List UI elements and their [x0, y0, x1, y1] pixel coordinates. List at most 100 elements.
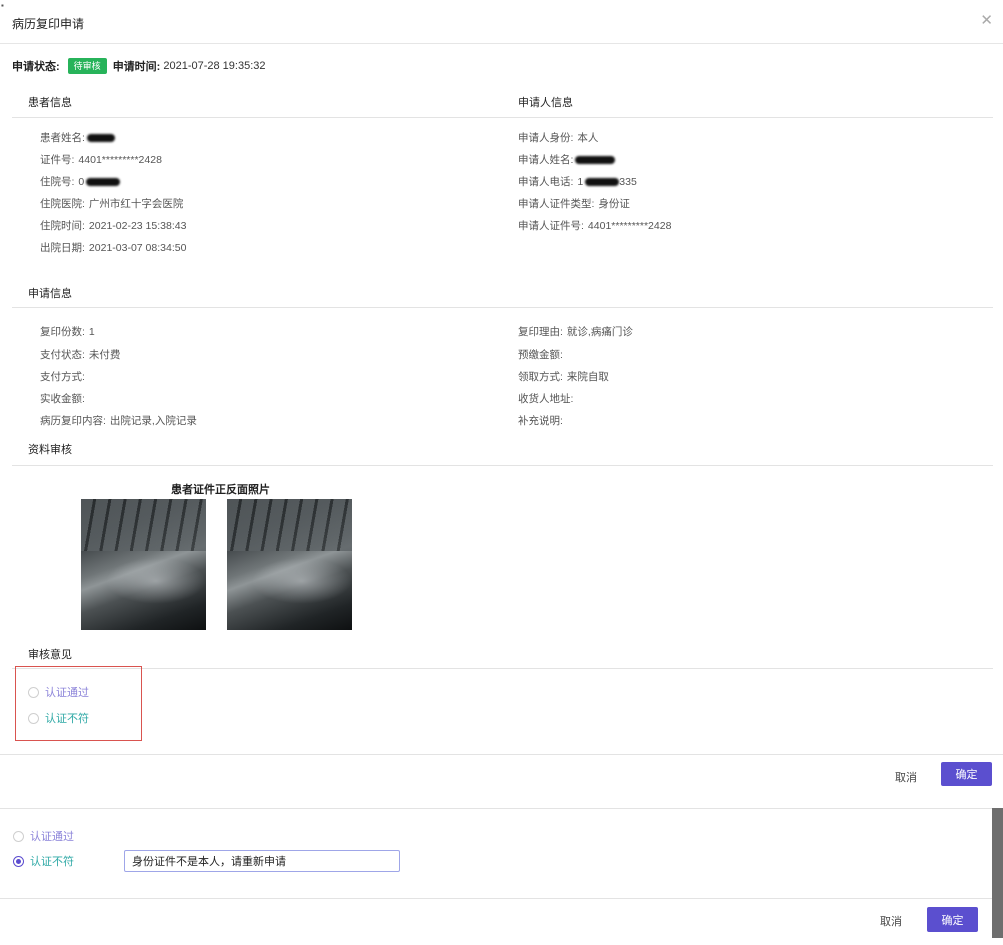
redacted-mark	[585, 178, 620, 187]
field-label: 申请人电话:	[518, 176, 574, 188]
section-divider	[12, 307, 993, 308]
field-label: 申请人证件类型:	[518, 198, 595, 210]
reason-input[interactable]: 身份证件不是本人，请重新申请	[124, 850, 400, 872]
status-label: 申请状态:	[12, 61, 60, 73]
cancel-button-expanded[interactable]: 取消	[880, 913, 902, 929]
applicant-identity-field: 申请人身份: 本人	[518, 130, 598, 145]
patient-name-field: 患者姓名:	[40, 130, 115, 145]
field-value: 本人	[577, 132, 599, 144]
field-label: 支付方式:	[40, 371, 85, 383]
patient-section-title: 患者信息	[28, 97, 72, 109]
copy-content-field: 病历复印内容: 出院记录,入院记录	[40, 413, 197, 428]
field-label: 复印理由:	[518, 326, 563, 338]
field-value: 4401*********2428	[78, 154, 162, 166]
field-value: 就诊,病痛门诊	[566, 326, 633, 338]
applicant-id-field: 申请人证件号: 4401*********2428	[518, 218, 671, 233]
cancel-button[interactable]: 取消	[895, 769, 917, 785]
admission-no-field: 住院号: 0	[40, 174, 121, 189]
patient-id-field: 证件号: 4401*********2428	[40, 152, 162, 167]
field-label: 出院日期:	[40, 242, 85, 254]
field-label: 申请人身份:	[518, 132, 574, 144]
copy-count-field: 复印份数: 1	[40, 324, 95, 339]
radio-pass-expanded[interactable]: 认证通过	[13, 828, 74, 844]
field-label: 预缴金额:	[518, 349, 563, 361]
copy-reason-field: 复印理由: 就诊,病痛门诊	[518, 324, 633, 339]
field-value: 身份证	[598, 198, 630, 210]
field-value: 4401*********2428	[587, 220, 672, 232]
applicant-id-type-field: 申请人证件类型: 身份证	[518, 196, 630, 211]
id-photo-back[interactable]	[227, 499, 352, 630]
pickup-method-field: 领取方式: 来院自取	[518, 369, 609, 384]
section-divider	[12, 668, 993, 669]
section-divider	[12, 465, 993, 466]
field-label: 住院时间:	[40, 220, 85, 232]
close-icon[interactable]: ✕	[980, 13, 993, 28]
application-section-title: 申请信息	[28, 288, 72, 300]
review-section-title: 审核意见	[28, 649, 72, 661]
discharge-date-field: 出院日期: 2021-03-07 08:34:50	[40, 240, 186, 255]
confirm-button-expanded[interactable]: 确定	[927, 907, 978, 932]
radio-label: 认证不符	[30, 856, 74, 868]
field-label: 收货人地址:	[518, 393, 574, 405]
materials-section-title: 资料审核	[28, 444, 72, 456]
confirm-button[interactable]: 确定	[941, 762, 992, 786]
field-label: 病历复印内容:	[40, 415, 106, 427]
field-label: 支付状态:	[40, 349, 85, 361]
field-label: 住院号:	[40, 176, 75, 188]
reason-input-value: 身份证件不是本人，请重新申请	[132, 856, 286, 868]
radio-fail-expanded[interactable]: 认证不符	[13, 853, 74, 869]
field-value: 出院记录,入院记录	[109, 415, 197, 427]
field-label: 患者姓名:	[40, 132, 85, 144]
footer-divider	[0, 898, 992, 899]
recipient-address-field: 收货人地址:	[518, 391, 577, 406]
dialog-title: 病历复印申请	[12, 17, 85, 31]
radio-circle[interactable]	[13, 830, 24, 842]
field-label: 实收金额:	[40, 393, 85, 405]
redacted-mark	[86, 134, 115, 143]
field-value: 2021-02-23 15:38:43	[88, 220, 187, 232]
photos-title: 患者证件正反面照片	[171, 484, 270, 496]
apply-time-value: 2021-07-28 19:35:32	[163, 60, 266, 72]
section-divider	[12, 117, 993, 118]
field-value-suffix: 335	[619, 176, 637, 188]
radio-label: 认证通过	[45, 687, 89, 699]
applicant-name-field: 申请人姓名:	[518, 152, 616, 167]
field-value: 1	[577, 176, 584, 188]
radio-fail[interactable]: 认证不符	[28, 710, 89, 726]
radio-circle[interactable]	[28, 686, 39, 698]
pay-status-field: 支付状态: 未付费	[40, 347, 120, 362]
field-label: 申请人姓名:	[518, 154, 574, 166]
hospital-field: 住院医院: 广州市红十字会医院	[40, 196, 183, 211]
field-value: 来院自取	[566, 371, 609, 383]
radio-circle[interactable]	[28, 712, 39, 724]
pay-method-field: 支付方式:	[40, 369, 89, 384]
field-value: 广州市红十字会医院	[88, 198, 184, 210]
field-label: 复印份数:	[40, 326, 85, 338]
field-label: 补充说明:	[518, 415, 563, 427]
field-value: 未付费	[88, 349, 121, 361]
field-value: 0	[78, 176, 85, 188]
radio-label: 认证通过	[30, 831, 74, 843]
status-row: 申请状态: 待审核 申请时间: 2021-07-28 19:35:32	[12, 57, 266, 75]
apply-time-label: 申请时间:	[112, 61, 161, 73]
radio-circle-checked[interactable]	[13, 855, 24, 867]
field-label: 申请人证件号:	[518, 220, 584, 232]
field-label: 领取方式:	[518, 371, 563, 383]
redacted-mark	[86, 178, 121, 187]
status-badge: 待审核	[67, 58, 107, 74]
id-photo-front[interactable]	[81, 499, 206, 630]
applicant-section-title: 申请人信息	[518, 97, 573, 109]
applicant-phone-field: 申请人电话: 1 335	[518, 174, 637, 189]
field-value: 2021-03-07 08:34:50	[88, 242, 187, 254]
panel-divider	[0, 808, 992, 809]
radio-pass[interactable]: 认证通过	[28, 684, 89, 700]
field-label: 住院医院:	[40, 198, 85, 210]
supplement-note-field: 补充说明:	[518, 413, 567, 428]
admission-time-field: 住院时间: 2021-02-23 15:38:43	[40, 218, 186, 233]
prepaid-amount-field: 预缴金额:	[518, 347, 567, 362]
radio-label: 认证不符	[45, 713, 89, 725]
received-amount-field: 实收金额:	[40, 391, 89, 406]
field-value: 1	[88, 326, 95, 338]
scrollbar-thumb[interactable]	[992, 808, 1003, 938]
dialog-header: 病历复印申请 ✕	[0, 0, 1003, 44]
